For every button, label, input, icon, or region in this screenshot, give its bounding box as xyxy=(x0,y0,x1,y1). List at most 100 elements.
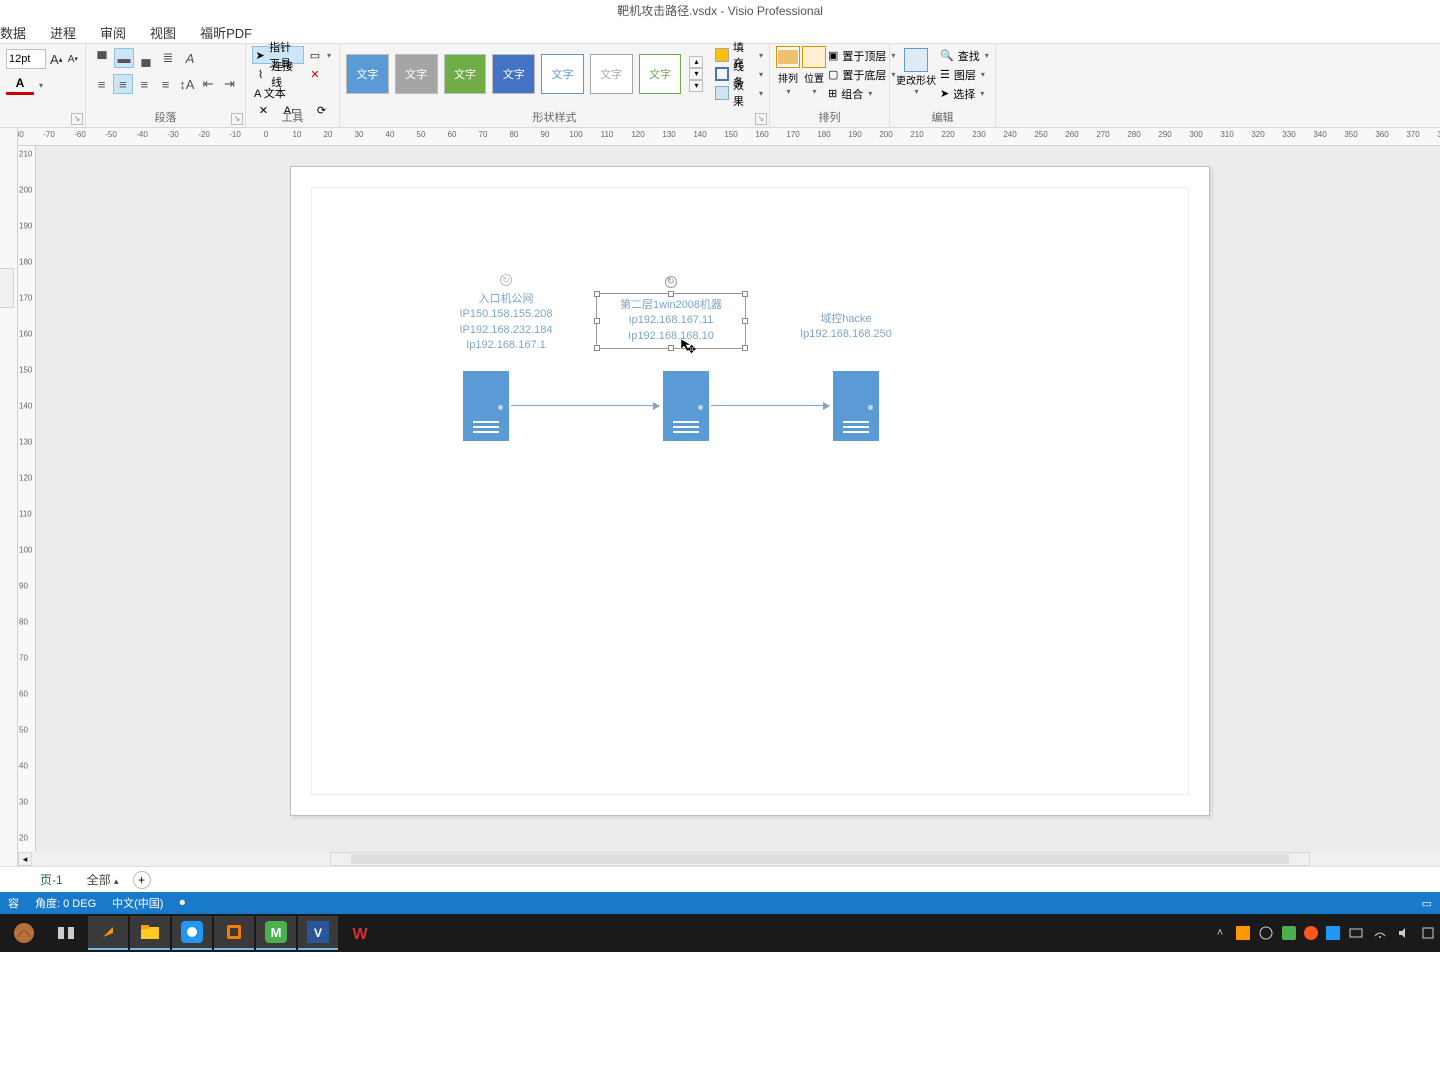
align-justify-button[interactable]: ≡ xyxy=(156,74,175,94)
tray-volume-icon[interactable] xyxy=(1396,925,1412,941)
delete-tool-button[interactable]: ✕ xyxy=(306,65,333,83)
node3-label[interactable]: 域控hacke Ip192.168.168.250 xyxy=(781,312,911,343)
tray-notification-icon[interactable] xyxy=(1420,925,1436,941)
style-swatch-5[interactable]: 文字 xyxy=(541,54,584,94)
align-right-button[interactable]: ≡ xyxy=(135,74,154,94)
tray-wifi-icon[interactable] xyxy=(1372,925,1388,941)
page-tab-1[interactable]: 页-1 xyxy=(30,869,73,890)
taskbar-wps[interactable]: W xyxy=(340,916,380,950)
increase-indent-button[interactable]: ⇥ xyxy=(220,74,239,94)
search-icon: 🔍 xyxy=(940,49,954,62)
svg-text:V: V xyxy=(314,926,322,940)
style-swatch-4[interactable]: 文字 xyxy=(492,54,535,94)
send-to-back-button[interactable]: ▢置于底层▾ xyxy=(828,65,895,84)
taskbar-app-1[interactable] xyxy=(4,916,44,950)
server-shape-2[interactable] xyxy=(663,371,709,441)
resize-handle-s[interactable] xyxy=(668,345,674,351)
paragraph-dialog-launcher[interactable]: ↘ xyxy=(231,113,243,125)
style-gallery-more[interactable]: ▾ xyxy=(689,80,703,92)
tray-up-icon[interactable]: ˄ xyxy=(1212,925,1228,941)
server-shape-1[interactable] xyxy=(463,371,509,441)
vertical-ruler[interactable]: 2102001901801701601501401301201101009080… xyxy=(18,146,36,852)
shapes-pane-handle[interactable] xyxy=(0,268,14,308)
align-button[interactable]: 排列▾ xyxy=(776,46,800,96)
text-direction-button[interactable]: ↕A xyxy=(177,74,196,94)
tray-icon-3[interactable] xyxy=(1282,926,1296,940)
scrollbar-thumb[interactable] xyxy=(351,854,1289,864)
shapes-pane-collapsed xyxy=(0,188,18,388)
drawing-page[interactable]: ↻ 入口机公网 IP150.158.155.208 IP192.168.232.… xyxy=(290,166,1210,816)
taskbar-explorer[interactable] xyxy=(130,916,170,950)
taskbar-taskview[interactable] xyxy=(46,916,86,950)
clear-formatting-button[interactable]: A xyxy=(180,48,200,68)
increase-font-button[interactable]: A▴ xyxy=(50,49,63,69)
style-swatch-6[interactable]: 文字 xyxy=(590,54,633,94)
server-lines-icon xyxy=(673,418,699,433)
style-gallery-up[interactable]: ▴ xyxy=(689,56,703,68)
tray-icon-4[interactable] xyxy=(1304,926,1318,940)
tray-icon-6[interactable] xyxy=(1348,925,1364,941)
menu-view[interactable]: 视图 xyxy=(150,23,176,42)
font-color-button[interactable]: A xyxy=(6,75,34,95)
menu-review[interactable]: 审阅 xyxy=(100,23,126,42)
canvas[interactable]: ↻ 入口机公网 IP150.158.155.208 IP192.168.232.… xyxy=(36,146,1440,852)
style-swatch-2[interactable]: 文字 xyxy=(395,54,438,94)
menu-data[interactable]: 数据 xyxy=(0,23,26,42)
taskbar-sublime[interactable] xyxy=(88,916,128,950)
tray-icon-1[interactable] xyxy=(1236,926,1250,940)
canvas-nav-button[interactable]: ◂ xyxy=(18,852,32,866)
align-center-button[interactable]: ≡ xyxy=(113,74,132,94)
align-left-button[interactable]: ≡ xyxy=(92,74,111,94)
connector-tool-button[interactable]: ⌇连接线 xyxy=(252,65,304,83)
taskbar-app-blue[interactable] xyxy=(172,916,212,950)
status-view-icon[interactable]: ▭ xyxy=(1422,897,1432,910)
group-button[interactable]: ⊞组合▾ xyxy=(828,84,895,103)
decrease-font-button[interactable]: A▾ xyxy=(67,49,79,69)
tray-icon-2[interactable] xyxy=(1258,925,1274,941)
bullets-button[interactable]: ≣ xyxy=(158,48,178,68)
menu-foxit-pdf[interactable]: 福昕PDF xyxy=(200,23,252,42)
change-shape-button[interactable]: 更改形状▾ xyxy=(896,46,936,96)
horizontal-scrollbar[interactable] xyxy=(330,852,1310,866)
taskbar-vmware[interactable] xyxy=(214,916,254,950)
style-swatch-3[interactable]: 文字 xyxy=(444,54,487,94)
shape-styles-dialog-launcher[interactable]: ↘ xyxy=(755,113,767,125)
text-line: IP150.158.155.208 xyxy=(431,307,581,322)
status-language[interactable]: 中文(中国) xyxy=(112,895,163,911)
tray-icon-5[interactable] xyxy=(1326,926,1340,940)
horizontal-ruler[interactable]: -80-70-60-50-40-30-20-100102030405060708… xyxy=(18,128,1440,146)
select-button[interactable]: ➤选择▾ xyxy=(940,84,989,103)
status-record-icon[interactable]: ⏺ xyxy=(179,897,185,910)
font-color-dropdown-icon[interactable]: ▾ xyxy=(39,81,43,90)
layers-button[interactable]: ☰图层▾ xyxy=(940,65,989,84)
style-swatch-1[interactable]: 文字 xyxy=(346,54,389,94)
taskbar-app-green[interactable]: M xyxy=(256,916,296,950)
connector-arrow-2[interactable] xyxy=(711,405,829,406)
style-swatch-7[interactable]: 文字 xyxy=(639,54,682,94)
taskbar-visio[interactable]: V xyxy=(298,916,338,950)
find-button[interactable]: 🔍查找▾ xyxy=(940,46,989,65)
decrease-indent-button[interactable]: ⇤ xyxy=(198,74,217,94)
rectangle-tool-button[interactable]: ▭▾ xyxy=(306,46,333,64)
page-tab-all[interactable]: 全部 ▴ xyxy=(87,871,119,888)
node1-label[interactable]: ↻ 入口机公网 IP150.158.155.208 IP192.168.232.… xyxy=(431,292,581,354)
position-button[interactable]: 位置▾ xyxy=(802,46,826,96)
server-shape-3[interactable] xyxy=(833,371,879,441)
connector-arrow-1[interactable] xyxy=(511,405,659,406)
align-top-button[interactable]: ▀ xyxy=(92,48,112,68)
menu-process[interactable]: 进程 xyxy=(50,23,76,42)
bring-to-front-button[interactable]: ▣置于顶层▾ xyxy=(828,46,895,65)
rotation-handle[interactable] xyxy=(665,276,677,288)
rotation-handle-ghost-icon: ↻ xyxy=(500,274,512,286)
font-size-input[interactable] xyxy=(6,49,46,69)
node2-label[interactable]: 第二层1win2008机器 Ip192.168.167.11 Ip192.168… xyxy=(596,297,746,345)
resize-handle-se[interactable] xyxy=(742,345,748,351)
resize-handle-sw[interactable] xyxy=(594,345,600,351)
text-tool-button[interactable]: A 文本 xyxy=(252,84,304,102)
style-gallery-down[interactable]: ▾ xyxy=(689,68,703,80)
effect-button[interactable]: 效果▾ xyxy=(715,84,763,103)
font-dialog-launcher[interactable]: ↘ xyxy=(71,113,83,125)
align-middle-button[interactable]: ▬ xyxy=(114,48,134,68)
add-page-button[interactable]: + xyxy=(133,871,151,889)
align-bottom-button[interactable]: ▄ xyxy=(136,48,156,68)
